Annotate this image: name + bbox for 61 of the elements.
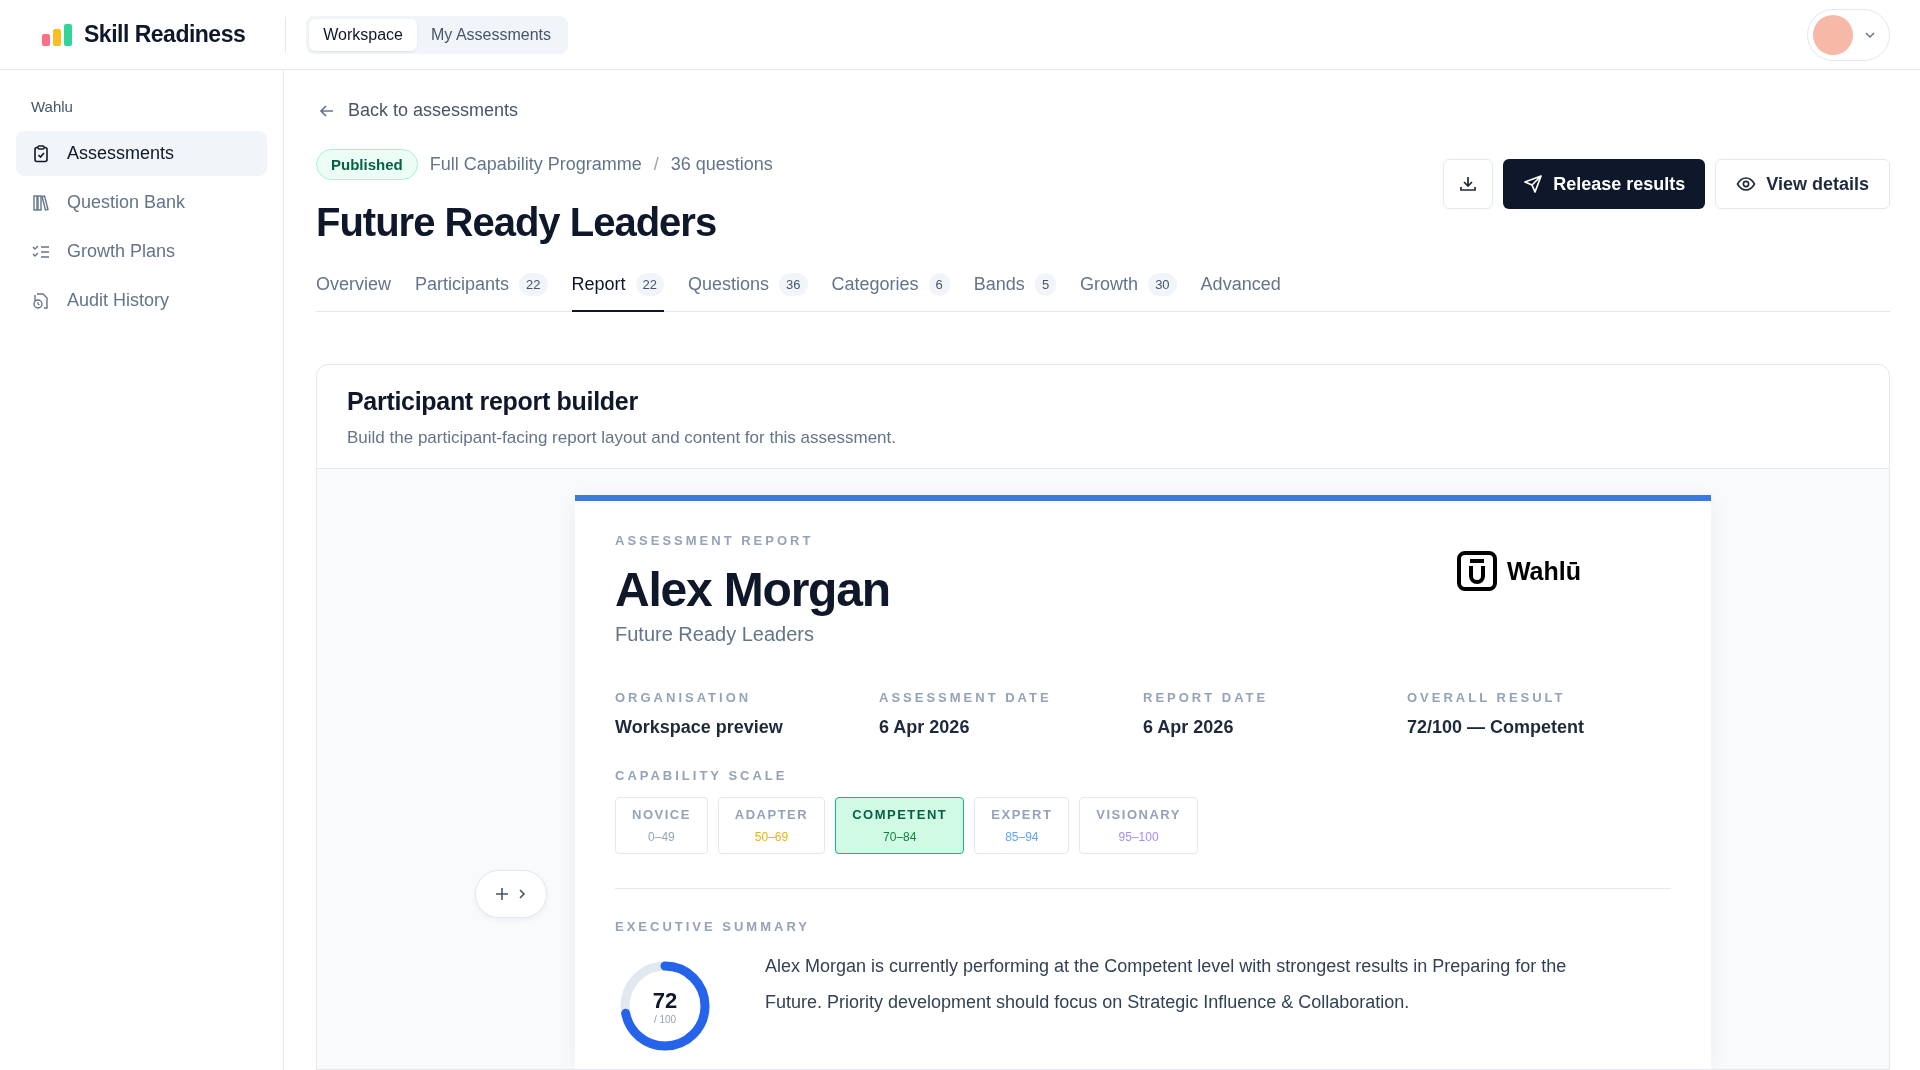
participant-name: Alex Morgan <box>615 562 890 617</box>
sidebar-item[interactable]: Question Bank <box>16 180 267 225</box>
back-link[interactable]: Back to assessments <box>318 100 1890 121</box>
tab[interactable]: Overview <box>316 267 391 312</box>
meta-value: 6 Apr 2026 <box>879 717 971 738</box>
sidebar-item[interactable]: Growth Plans <box>16 229 267 274</box>
scale-band: EXPERT 85–94 <box>974 797 1070 854</box>
score-max: / 100 <box>653 1013 677 1025</box>
breadcrumb-separator: / <box>653 154 659 175</box>
question-count: 36 questions <box>670 154 773 175</box>
tab[interactable]: Advanced <box>1200 267 1281 312</box>
programme-name: Full Capability Programme <box>429 154 642 175</box>
meta-value: 6 Apr 2026 <box>1143 717 1235 738</box>
summary-label: EXECUTIVE SUMMARY <box>615 919 811 934</box>
status-badge: Published <box>316 149 418 180</box>
eye-icon <box>1736 174 1757 194</box>
plus-icon <box>495 887 509 901</box>
summary-text: Alex Morgan is currently performing at the Competent level with strongest results in Preparing for the Future. Priority development should focus on Strategic Influence & Collaboration. <box>765 955 1568 1014</box>
file-clock-icon <box>31 290 51 311</box>
score-value: 72 <box>652 987 678 1014</box>
scale-label: CAPABILITY SCALE <box>615 768 789 783</box>
scale-band: NOVICE 0–49 <box>615 797 708 854</box>
tab[interactable]: Participants 22 <box>415 267 548 312</box>
card-subtitle: Build the participant-facing report layout and content for this assessment. <box>347 428 898 448</box>
card-title: Participant report builder <box>347 387 639 416</box>
meta-label: ORGANISATION <box>615 690 753 705</box>
meta-label: OVERALL RESULT <box>1407 690 1567 705</box>
sidebar-item[interactable]: Assessments <box>16 131 267 176</box>
scale-band: VISIONARY 95–100 <box>1079 797 1198 854</box>
meta-label: REPORT DATE <box>1143 690 1270 705</box>
scale-band: COMPETENT 70–84 <box>835 797 965 854</box>
tab[interactable]: Questions 36 <box>688 267 808 312</box>
meta-value: 72/100 — Competent <box>1407 717 1586 738</box>
switcher-tab[interactable]: Workspace <box>309 18 417 51</box>
assessment-name: Future Ready Leaders <box>615 623 815 646</box>
logo-wordmark: Wahlū <box>1506 556 1581 586</box>
chevron-right-icon <box>517 887 527 901</box>
tab[interactable]: Bands 5 <box>973 267 1057 312</box>
view-details-button[interactable]: View details <box>1715 159 1890 209</box>
scale-band: ADAPTER 50–69 <box>717 797 826 854</box>
clipboard-check-icon <box>31 143 51 164</box>
release-results-button[interactable]: Release results <box>1503 159 1706 209</box>
download-icon <box>1458 174 1479 194</box>
download-button[interactable] <box>1443 159 1494 209</box>
switcher-tab[interactable]: My Assessments <box>417 18 565 51</box>
tab[interactable]: Growth 30 <box>1080 267 1177 312</box>
sidebar-item[interactable]: Audit History <box>16 278 267 323</box>
report-eyebrow: ASSESSMENT REPORT <box>615 533 815 548</box>
send-icon <box>1523 174 1544 194</box>
meta-label: ASSESSMENT DATE <box>879 690 1053 705</box>
bar-chart-logo-icon <box>42 23 74 46</box>
add-section-button[interactable] <box>475 870 547 918</box>
tab[interactable]: Categories 6 <box>831 267 950 312</box>
workspace-name: Wahlu <box>30 98 74 117</box>
avatar <box>1813 14 1853 55</box>
u-letter-logo-icon <box>1456 551 1497 591</box>
meta-value: Workspace preview <box>615 717 784 738</box>
app-name: Skill Readiness <box>84 21 246 48</box>
tab[interactable]: Report 22 <box>571 267 665 312</box>
books-icon <box>31 192 51 213</box>
page-title: Future Ready Leaders <box>316 200 718 245</box>
